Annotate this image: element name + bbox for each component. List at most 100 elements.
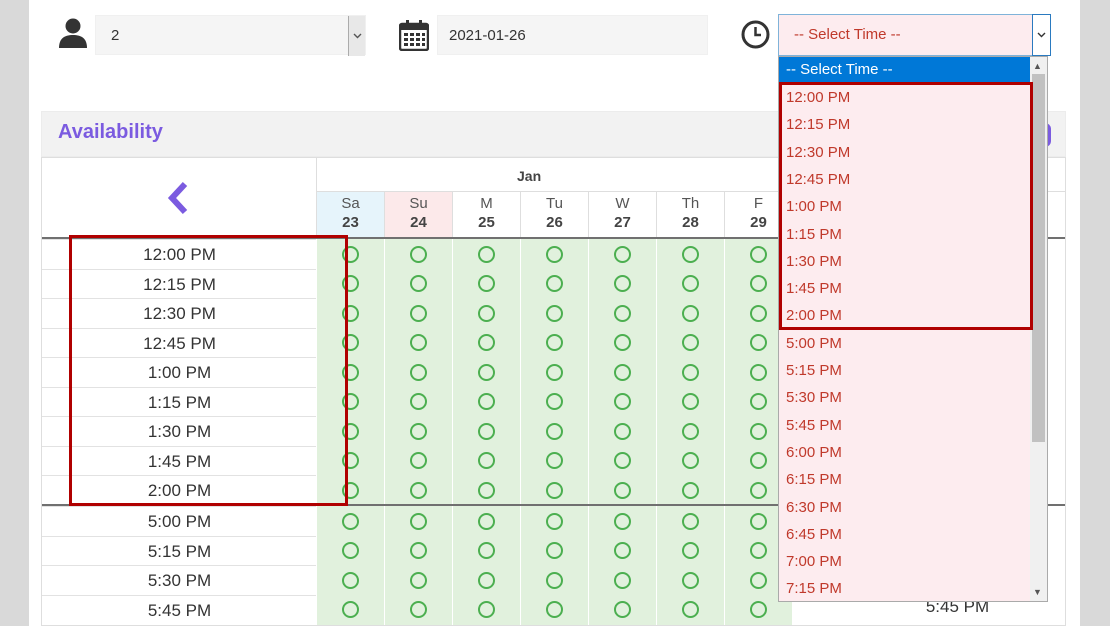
available-slot-icon[interactable] <box>546 481 563 499</box>
chevron-down-icon[interactable] <box>348 16 365 56</box>
available-slot-icon[interactable] <box>682 334 699 351</box>
available-slot-icon[interactable] <box>614 245 631 263</box>
time-row-label[interactable]: 5:45 PM <box>42 594 317 625</box>
available-slot-icon[interactable] <box>478 393 495 410</box>
available-slot-icon[interactable] <box>750 275 767 292</box>
available-slot-icon[interactable] <box>478 601 495 618</box>
available-slot-icon[interactable] <box>614 422 631 440</box>
available-slot-icon[interactable] <box>614 275 631 292</box>
available-slot-icon[interactable] <box>410 393 427 410</box>
available-slot-icon[interactable] <box>546 334 563 351</box>
available-slot-icon[interactable] <box>750 452 767 469</box>
available-slot-icon[interactable] <box>682 571 699 589</box>
available-slot-icon[interactable] <box>682 393 699 410</box>
available-slot-icon[interactable] <box>478 571 495 589</box>
available-slot-icon[interactable] <box>410 571 427 589</box>
available-slot-icon[interactable] <box>682 512 699 530</box>
dropdown-option[interactable]: 5:00 PM <box>779 330 1031 357</box>
available-slot-icon[interactable] <box>546 393 563 410</box>
available-slot-icon[interactable] <box>478 363 495 381</box>
available-slot-icon[interactable] <box>546 601 563 618</box>
available-slot-icon[interactable] <box>750 571 767 589</box>
available-slot-icon[interactable] <box>546 452 563 469</box>
available-slot-icon[interactable] <box>682 601 699 618</box>
available-slot-icon[interactable] <box>410 601 427 618</box>
chevron-left-icon[interactable] <box>164 180 194 216</box>
time-row-label[interactable]: 5:00 PM <box>42 506 317 536</box>
available-slot-icon[interactable] <box>546 512 563 530</box>
available-slot-icon[interactable] <box>410 245 427 263</box>
available-slot-icon[interactable] <box>682 542 699 559</box>
available-slot-icon[interactable] <box>614 393 631 410</box>
available-slot-icon[interactable] <box>410 542 427 559</box>
chevron-down-icon[interactable] <box>1032 14 1051 56</box>
available-slot-icon[interactable] <box>546 571 563 589</box>
dropdown-option[interactable]: 5:30 PM <box>779 384 1031 411</box>
available-slot-icon[interactable] <box>682 245 699 263</box>
available-slot-icon[interactable] <box>410 275 427 292</box>
available-slot-icon[interactable] <box>478 481 495 499</box>
time-row-label[interactable]: 5:15 PM <box>42 535 317 566</box>
available-slot-icon[interactable] <box>682 452 699 469</box>
available-slot-icon[interactable] <box>478 304 495 322</box>
available-slot-icon[interactable] <box>410 304 427 322</box>
available-slot-icon[interactable] <box>410 363 427 381</box>
available-slot-icon[interactable] <box>750 393 767 410</box>
available-slot-icon[interactable] <box>750 542 767 559</box>
available-slot-icon[interactable] <box>750 512 767 530</box>
available-slot-icon[interactable] <box>614 571 631 589</box>
dropdown-option[interactable]: 7:00 PM <box>779 548 1031 575</box>
available-slot-icon[interactable] <box>682 481 699 499</box>
available-slot-icon[interactable] <box>546 304 563 322</box>
available-slot-icon[interactable] <box>750 363 767 381</box>
available-slot-icon[interactable] <box>410 422 427 440</box>
available-slot-icon[interactable] <box>750 245 767 263</box>
available-slot-icon[interactable] <box>750 481 767 499</box>
dropdown-option[interactable]: 7:15 PM <box>779 575 1031 601</box>
available-slot-icon[interactable] <box>546 275 563 292</box>
time-select[interactable]: -- Select Time -- <box>778 14 1051 56</box>
available-slot-icon[interactable] <box>410 334 427 351</box>
dropdown-option[interactable]: 6:45 PM <box>779 521 1031 548</box>
scroll-up-icon[interactable]: ▲ <box>1033 61 1042 71</box>
available-slot-icon[interactable] <box>750 304 767 322</box>
available-slot-icon[interactable] <box>682 304 699 322</box>
available-slot-icon[interactable] <box>478 422 495 440</box>
available-slot-icon[interactable] <box>614 334 631 351</box>
available-slot-icon[interactable] <box>546 542 563 559</box>
available-slot-icon[interactable] <box>342 571 359 589</box>
party-size-select[interactable]: 2 <box>95 15 366 56</box>
available-slot-icon[interactable] <box>342 512 359 530</box>
dropdown-option-selected[interactable]: -- Select Time -- <box>779 57 1031 83</box>
available-slot-icon[interactable] <box>614 512 631 530</box>
available-slot-icon[interactable] <box>614 542 631 559</box>
scrollbar-thumb[interactable] <box>1032 74 1045 442</box>
scroll-down-icon[interactable]: ▼ <box>1033 587 1042 597</box>
available-slot-icon[interactable] <box>682 422 699 440</box>
dropdown-option[interactable]: 6:30 PM <box>779 494 1031 521</box>
dropdown-option[interactable]: 5:45 PM <box>779 412 1031 439</box>
available-slot-icon[interactable] <box>478 334 495 351</box>
available-slot-icon[interactable] <box>750 601 767 618</box>
available-slot-icon[interactable] <box>478 452 495 469</box>
time-row-label[interactable]: 5:30 PM <box>42 565 317 595</box>
available-slot-icon[interactable] <box>342 542 359 559</box>
available-slot-icon[interactable] <box>478 275 495 292</box>
available-slot-icon[interactable] <box>750 422 767 440</box>
dropdown-option[interactable]: 6:15 PM <box>779 466 1031 493</box>
available-slot-icon[interactable] <box>614 363 631 381</box>
available-slot-icon[interactable] <box>614 452 631 469</box>
available-slot-icon[interactable] <box>614 304 631 322</box>
dropdown-option[interactable]: 6:00 PM <box>779 439 1031 466</box>
available-slot-icon[interactable] <box>342 601 359 618</box>
available-slot-icon[interactable] <box>478 542 495 559</box>
available-slot-icon[interactable] <box>546 363 563 381</box>
available-slot-icon[interactable] <box>410 512 427 530</box>
available-slot-icon[interactable] <box>682 363 699 381</box>
available-slot-icon[interactable] <box>750 334 767 351</box>
date-input[interactable]: 2021-01-26 <box>437 15 708 55</box>
available-slot-icon[interactable] <box>614 601 631 618</box>
available-slot-icon[interactable] <box>546 422 563 440</box>
available-slot-icon[interactable] <box>478 245 495 263</box>
available-slot-icon[interactable] <box>478 512 495 530</box>
